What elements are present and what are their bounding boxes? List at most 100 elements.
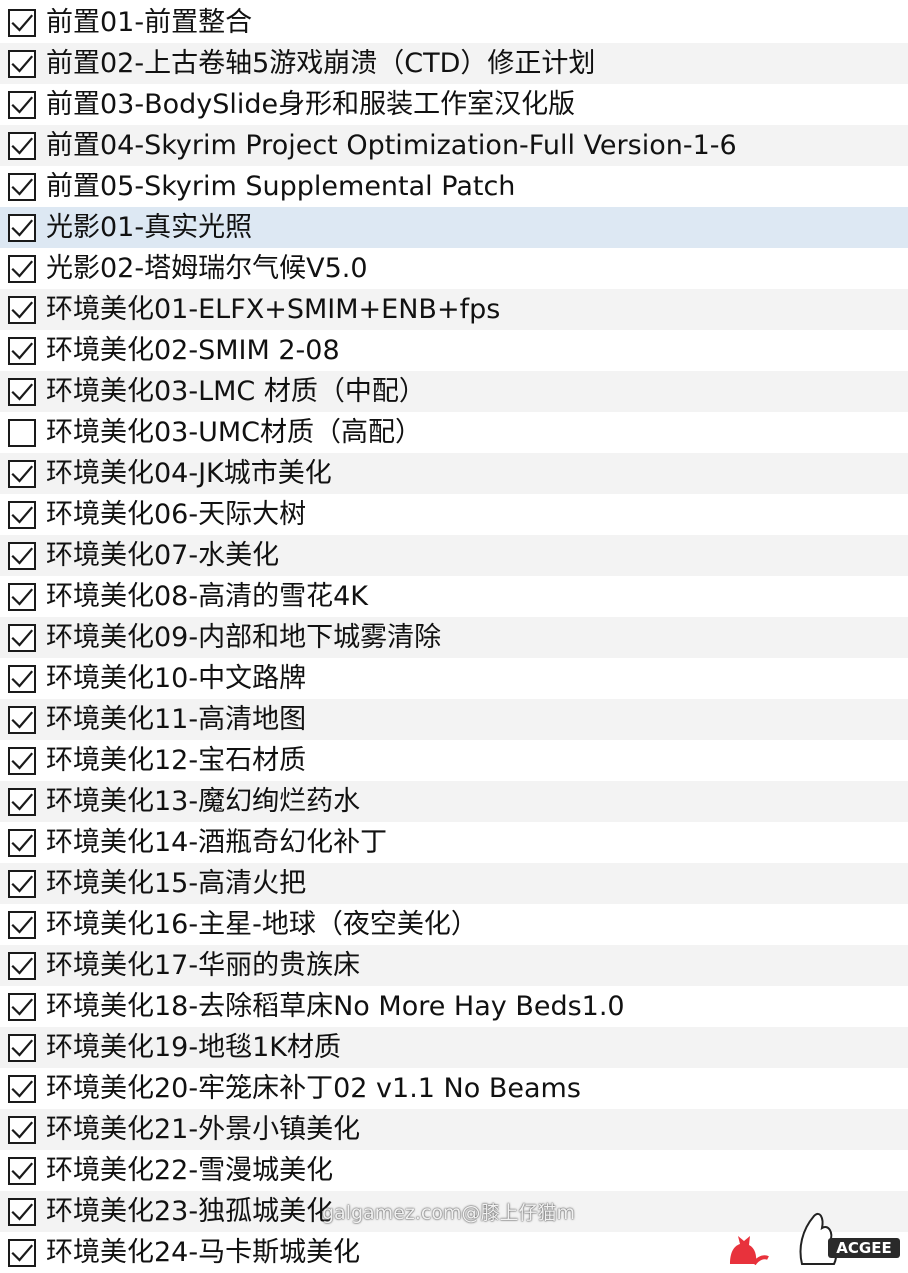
site-logo: ACGEE [730, 1212, 900, 1266]
list-item-label: 环境美化15-高清火把 [46, 868, 307, 899]
list-item[interactable]: 环境美化18-去除稻草床No More Hay Beds1.0 [0, 986, 908, 1027]
list-item[interactable]: 环境美化21-外景小镇美化 [0, 1109, 908, 1150]
watermark-text: galgamez.com@膝上仔猫m [322, 1202, 575, 1224]
list-item-label: 环境美化10-中文路牌 [46, 663, 307, 694]
checkmark-icon [11, 915, 34, 934]
list-item[interactable]: 环境美化07-水美化 [0, 535, 908, 576]
list-item-label: 环境美化12-宝石材质 [46, 745, 307, 776]
list-item[interactable]: 光影02-塔姆瑞尔气候V5.0 [0, 248, 908, 289]
list-item-label: 前置04-Skyrim Project Optimization-Full Ve… [46, 130, 737, 161]
list-item-label: 前置02-上古卷轴5游戏崩溃（CTD）修正计划 [46, 48, 596, 79]
list-item-label: 前置05-Skyrim Supplemental Patch [46, 171, 516, 202]
checkbox-checked[interactable] [8, 1115, 36, 1144]
list-item[interactable]: 环境美化17-华丽的贵族床 [0, 945, 908, 986]
list-item-label: 环境美化23-独孤城美化 [46, 1196, 334, 1227]
list-item[interactable]: 环境美化03-LMC 材质（中配） [0, 371, 908, 412]
list-item-label: 前置01-前置整合 [46, 7, 253, 38]
checkbox-checked[interactable] [8, 623, 36, 652]
checkbox-checked[interactable] [8, 254, 36, 283]
list-item[interactable]: 前置05-Skyrim Supplemental Patch [0, 166, 908, 207]
checkmark-icon [11, 792, 34, 811]
list-item[interactable]: 环境美化02-SMIM 2-08 [0, 330, 908, 371]
checkbox-checked[interactable] [8, 664, 36, 693]
checkbox-checked[interactable] [8, 1238, 36, 1267]
list-item-label: 环境美化22-雪漫城美化 [46, 1155, 334, 1186]
list-item-label: 环境美化24-马卡斯城美化 [46, 1237, 361, 1268]
list-item-label: 环境美化16-主星-地球（夜空美化） [46, 909, 478, 940]
checkmark-icon [11, 833, 34, 852]
checkbox-checked[interactable] [8, 541, 36, 570]
checkmark-icon [11, 1202, 34, 1221]
list-item[interactable]: 环境美化03-UMC材质（高配） [0, 412, 908, 453]
checkbox-checked[interactable] [8, 213, 36, 242]
checkmark-icon [11, 177, 34, 196]
checkmark-icon [11, 136, 34, 155]
list-item[interactable]: 环境美化16-主星-地球（夜空美化） [0, 904, 908, 945]
checkmark-icon [11, 95, 34, 114]
list-item-label: 环境美化01-ELFX+SMIM+ENB+fps [46, 294, 501, 325]
checkbox-checked[interactable] [8, 992, 36, 1021]
checkbox-checked[interactable] [8, 910, 36, 939]
checkbox-checked[interactable] [8, 705, 36, 734]
list-item-label: 环境美化08-高清的雪花4K [46, 581, 368, 612]
checkbox-checked[interactable] [8, 131, 36, 160]
list-item-label: 环境美化14-酒瓶奇幻化补丁 [46, 827, 388, 858]
checkbox-checked[interactable] [8, 951, 36, 980]
list-item[interactable]: 环境美化19-地毯1K材质 [0, 1027, 908, 1068]
list-item[interactable]: 环境美化11-高清地图 [0, 699, 908, 740]
list-item[interactable]: 环境美化13-魔幻绚烂药水 [0, 781, 908, 822]
list-item[interactable]: 环境美化08-高清的雪花4K [0, 576, 908, 617]
list-item[interactable]: 环境美化10-中文路牌 [0, 658, 908, 699]
checkbox-checked[interactable] [8, 582, 36, 611]
checkmark-icon [11, 259, 34, 278]
list-item[interactable]: 环境美化01-ELFX+SMIM+ENB+fps [0, 289, 908, 330]
list-item[interactable]: 前置01-前置整合 [0, 2, 908, 43]
checkmark-icon [11, 464, 34, 483]
list-item[interactable]: 环境美化15-高清火把 [0, 863, 908, 904]
list-item-label: 环境美化17-华丽的贵族床 [46, 950, 361, 981]
checkmark-icon [11, 710, 34, 729]
checkbox-checked[interactable] [8, 1033, 36, 1062]
checkbox-checked[interactable] [8, 869, 36, 898]
checkbox-checked[interactable] [8, 1197, 36, 1226]
checkbox-checked[interactable] [8, 8, 36, 37]
list-item[interactable]: 环境美化09-内部和地下城雾清除 [0, 617, 908, 658]
list-item-label: 前置03-BodySlide身形和服装工作室汉化版 [46, 89, 576, 120]
list-item-label: 光影02-塔姆瑞尔气候V5.0 [46, 253, 368, 284]
list-item[interactable]: 环境美化14-酒瓶奇幻化补丁 [0, 822, 908, 863]
list-item[interactable]: 环境美化22-雪漫城美化 [0, 1150, 908, 1191]
checkbox-unchecked[interactable] [8, 418, 36, 447]
list-item[interactable]: 光影01-真实光照 [0, 207, 908, 248]
list-item-label: 环境美化20-牢笼床补丁02 v1.1 No Beams [46, 1073, 581, 1104]
checkbox-checked[interactable] [8, 500, 36, 529]
list-item[interactable]: 前置02-上古卷轴5游戏崩溃（CTD）修正计划 [0, 43, 908, 84]
checkbox-checked[interactable] [8, 295, 36, 324]
list-item[interactable]: 前置04-Skyrim Project Optimization-Full Ve… [0, 125, 908, 166]
checkmark-icon [11, 1243, 34, 1262]
checkbox-checked[interactable] [8, 336, 36, 365]
list-item-label: 光影01-真实光照 [46, 212, 253, 243]
checkbox-checked[interactable] [8, 377, 36, 406]
checkmark-icon [11, 341, 34, 360]
checkbox-checked[interactable] [8, 787, 36, 816]
list-item[interactable]: 环境美化06-天际大树 [0, 494, 908, 535]
checkbox-checked[interactable] [8, 459, 36, 488]
list-item-label: 环境美化07-水美化 [46, 540, 280, 571]
checkbox-checked[interactable] [8, 828, 36, 857]
list-item[interactable]: 环境美化12-宝石材质 [0, 740, 908, 781]
list-item[interactable]: 环境美化20-牢笼床补丁02 v1.1 No Beams [0, 1068, 908, 1109]
checkmark-icon [11, 997, 34, 1016]
mod-checklist: 前置01-前置整合前置02-上古卷轴5游戏崩溃（CTD）修正计划 前置03-Bod… [0, 2, 908, 1273]
checkbox-checked[interactable] [8, 49, 36, 78]
checkbox-checked[interactable] [8, 746, 36, 775]
checkbox-checked[interactable] [8, 1074, 36, 1103]
checkbox-checked[interactable] [8, 1156, 36, 1185]
list-item-label: 环境美化19-地毯1K材质 [46, 1032, 341, 1063]
list-item-label: 环境美化18-去除稻草床No More Hay Beds1.0 [46, 991, 625, 1022]
checkbox-checked[interactable] [8, 172, 36, 201]
list-item[interactable]: 环境美化04-JK城市美化 [0, 453, 908, 494]
checkmark-icon [11, 382, 34, 401]
list-item[interactable]: 前置03-BodySlide身形和服装工作室汉化版 [0, 84, 908, 125]
checkbox-checked[interactable] [8, 90, 36, 119]
checkmark-icon [11, 628, 34, 647]
